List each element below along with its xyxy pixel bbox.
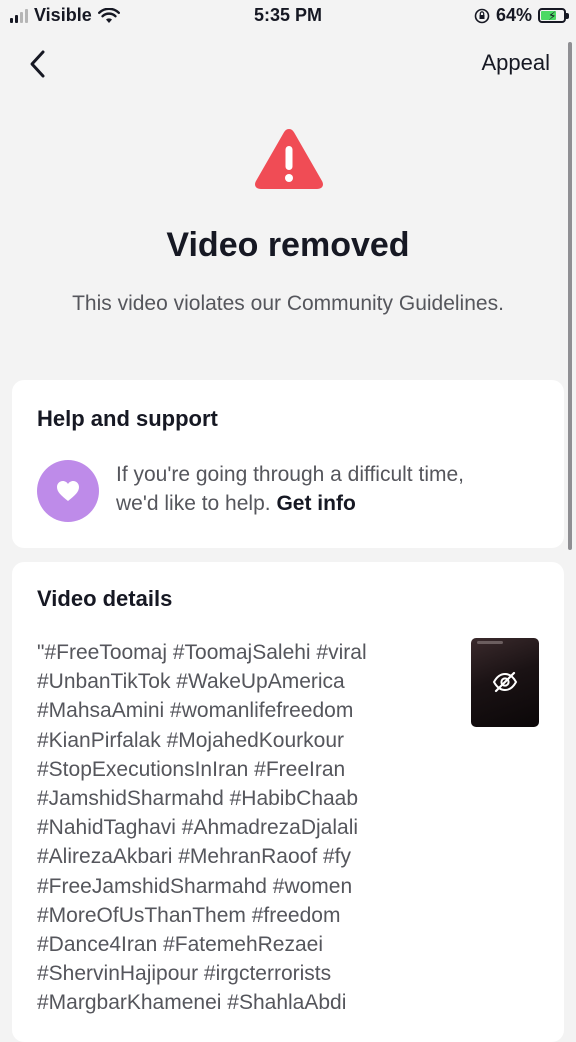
description-line: #MahsaAmini #womanlifefreedom — [37, 699, 354, 723]
video-description: "#FreeToomaj #ToomajSalehi #viral #Unban… — [37, 638, 457, 1017]
description-line: #KianPirfalak #MojahedKourkour — [37, 728, 345, 752]
description-line: "#FreeToomaj #ToomajSalehi #viral — [37, 641, 367, 664]
help-text-line-2-text: we'd like to help. — [116, 492, 271, 515]
description-line: #AlirezaAkbari #MehranRaoof #fy — [37, 845, 351, 869]
status-bar: Visible 5:35 PM 64% ⚡ — [0, 0, 576, 34]
get-info-link[interactable]: Get info — [276, 492, 355, 515]
video-details-card: Video details "#FreeToomaj #ToomajSalehi… — [12, 562, 564, 1042]
help-support-card: Help and support If you're going through… — [12, 380, 564, 548]
description-line: #JamshidSharmahd #HabibChaab — [37, 786, 359, 810]
help-title: Help and support — [37, 406, 218, 431]
page-subtitle: This video violates our Community Guidel… — [72, 292, 504, 315]
help-text-line-1: If you're going through a difficult time… — [116, 463, 464, 486]
description-line: #ShervinHajipour #irgcterrorists — [37, 962, 332, 986]
description-line: #MoreOfUsThanThem #freedom — [37, 903, 341, 927]
heart-badge — [37, 460, 99, 522]
description-line: #NahidTaghavi #AhmadrezaDjalali — [37, 816, 359, 840]
description-line: #StopExecutionsInIran #FreeIran — [37, 757, 346, 781]
thumbnail-bar — [477, 641, 503, 644]
details-title: Video details — [37, 586, 173, 611]
help-message: If you're going through a difficult time… — [116, 460, 546, 518]
orientation-lock-icon — [474, 8, 490, 23]
description-line: #UnbanTikTok #WakeUpAmerica — [37, 670, 345, 694]
appeal-button[interactable]: Appeal — [481, 50, 550, 76]
chevron-left-icon — [30, 50, 45, 78]
nav-bar: Appeal — [0, 40, 576, 88]
scrollbar[interactable] — [568, 42, 572, 550]
help-text-line-2: we'd like to help. Get info — [116, 489, 546, 518]
battery-percent: 64% — [495, 5, 532, 25]
warning-triangle-icon — [255, 129, 323, 189]
description-line: #FreeJamshidSharmahd #women — [37, 874, 353, 898]
page-title: Video removed — [166, 226, 410, 264]
battery-charging-icon: ⚡ — [538, 8, 569, 23]
status-right-group: 64% ⚡ — [474, 5, 569, 26]
heart-icon — [57, 481, 79, 501]
eye-slash-icon — [492, 671, 518, 693]
description-line: #Dance4Iran #FatemehRezaei — [37, 932, 324, 956]
back-button[interactable] — [20, 46, 56, 82]
description-line: #MargbarKhamenei #ShahlaAbdi — [37, 991, 347, 1015]
video-thumbnail[interactable] — [471, 638, 539, 727]
